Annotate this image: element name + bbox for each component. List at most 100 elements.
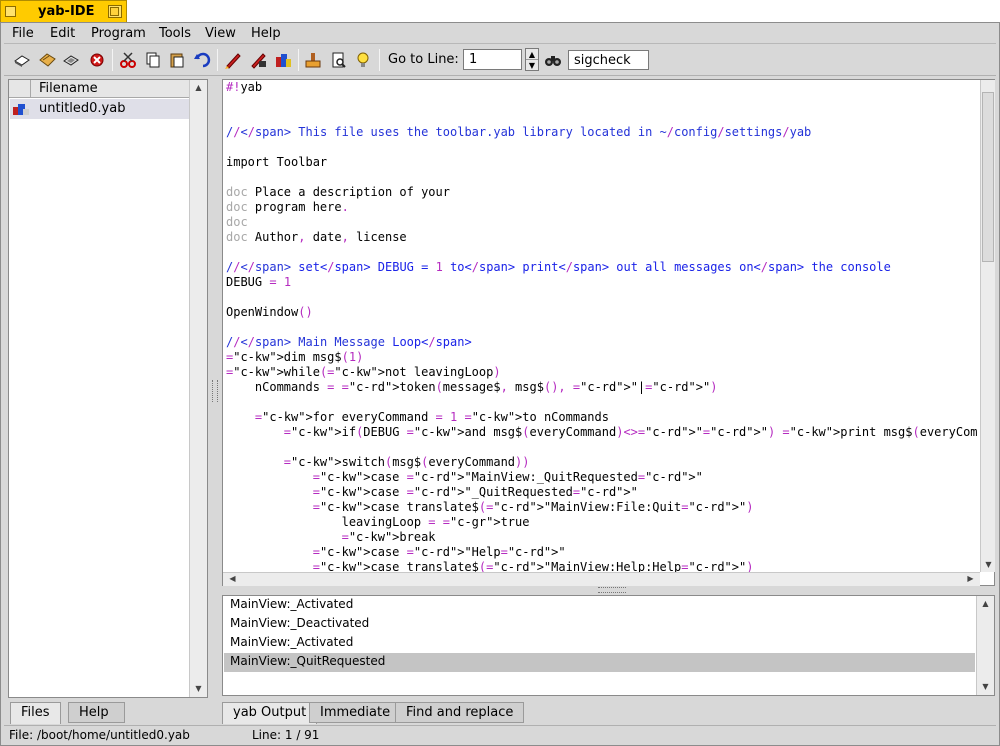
code-line[interactable]: ="c-kw">while(="c-kw">not leavingLoop) — [226, 365, 978, 380]
code-editor[interactable]: #!yab //</span> This file uses the toolb… — [222, 79, 995, 586]
menu-help[interactable]: Help — [251, 26, 281, 41]
output-scrollbar[interactable]: ▲ ▼ — [976, 596, 994, 695]
file-list-panel: Filename untitled0.yab ▲ ▼ — [8, 79, 208, 698]
code-line[interactable]: ="c-kw">case translate$(="c-rd">"MainVie… — [226, 500, 978, 515]
toolbar-separator — [298, 49, 299, 71]
status-bar: File: /boot/home/untitled0.yab Line: 1 /… — [4, 725, 996, 744]
tab-find-replace[interactable]: Find and replace — [395, 702, 525, 723]
code-line[interactable]: ="c-kw">case ="c-rd">"Help="c-rd">" — [226, 545, 978, 560]
code-line[interactable]: DEBUG = 1 — [226, 275, 978, 290]
output-line[interactable]: MainView:_Activated — [224, 634, 975, 653]
code-line[interactable]: doc — [226, 215, 978, 230]
run-icon[interactable] — [224, 51, 242, 69]
code-line[interactable]: nCommands = ="c-rd">token(message$, msg$… — [226, 380, 978, 395]
spinner-down-icon[interactable]: ▼ — [526, 60, 538, 71]
goto-line-input[interactable]: 1 — [463, 49, 522, 70]
file-list-icon-column[interactable] — [9, 80, 31, 97]
output-line-selected[interactable]: MainView:_QuitRequested — [224, 653, 975, 672]
code-line[interactable] — [226, 140, 978, 155]
tab-help[interactable]: Help — [68, 702, 125, 723]
menu-view[interactable]: View — [205, 26, 236, 41]
code-line[interactable]: OpenWindow() — [226, 305, 978, 320]
code-line[interactable]: ="c-kw">dim msg$(1) — [226, 350, 978, 365]
scroll-right-icon[interactable]: ▶ — [964, 573, 977, 585]
code-text[interactable]: #!yab //</span> This file uses the toolb… — [226, 80, 978, 572]
tab-files[interactable]: Files — [10, 702, 61, 724]
code-line[interactable] — [226, 395, 978, 410]
output-line[interactable]: MainView:_Deactivated — [224, 615, 975, 634]
scroll-left-icon[interactable]: ◀ — [226, 573, 239, 585]
menu-edit[interactable]: Edit — [50, 26, 75, 41]
code-line[interactable]: leavingLoop = ="c-gr">true — [226, 515, 978, 530]
status-file-path: File: /boot/home/untitled0.yab — [9, 728, 190, 742]
menu-file[interactable]: File — [12, 26, 34, 41]
file-list-item[interactable]: untitled0.yab — [10, 99, 189, 119]
window-title: yab-IDE — [38, 4, 95, 19]
code-line[interactable]: ="c-kw">switch(msg$(everyCommand)) — [226, 455, 978, 470]
scroll-down-icon[interactable]: ▼ — [979, 681, 992, 693]
editor-vertical-scrollbar[interactable]: ▼ — [980, 80, 995, 572]
code-line[interactable]: //</span> set</span> DEBUG = 1 to</span>… — [226, 260, 978, 275]
tab-yab-output[interactable]: yab Output — [222, 702, 318, 724]
code-line[interactable] — [226, 440, 978, 455]
pattern-editor-icon[interactable] — [304, 51, 322, 69]
toolbar-separator — [112, 49, 113, 71]
vertical-splitter[interactable] — [210, 80, 220, 700]
code-line[interactable]: doc Author, date, license — [226, 230, 978, 245]
toolbar-separator — [217, 49, 218, 71]
scroll-up-icon[interactable]: ▲ — [979, 598, 992, 610]
code-line[interactable]: ="c-kw">case translate$(="c-rd">"MainVie… — [226, 560, 978, 572]
code-line[interactable]: doc program here. — [226, 200, 978, 215]
output-panel: MainView:_Activated MainView:_Deactivate… — [222, 595, 995, 696]
goto-line-spinner[interactable]: ▲ ▼ — [525, 48, 539, 71]
code-line[interactable]: ="c-kw">case ="c-rd">"_QuitRequested="c-… — [226, 485, 978, 500]
window-title-tab[interactable]: yab-IDE — [0, 0, 127, 22]
code-line[interactable]: ="c-kw">break — [226, 530, 978, 545]
code-line[interactable] — [226, 95, 978, 110]
editor-horizontal-scrollbar[interactable]: ◀ ▶ — [223, 572, 980, 586]
horizontal-splitter[interactable] — [598, 587, 626, 593]
code-line[interactable]: ="c-kw">for everyCommand = 1 ="c-kw">to … — [226, 410, 978, 425]
menu-tools[interactable]: Tools — [159, 26, 191, 41]
code-line[interactable] — [226, 320, 978, 335]
scroll-down-icon[interactable]: ▼ — [982, 559, 995, 571]
code-line[interactable]: #!yab — [226, 80, 978, 95]
code-line[interactable] — [226, 170, 978, 185]
run-terminal-icon[interactable] — [249, 51, 267, 69]
code-line[interactable] — [226, 110, 978, 125]
help-icon[interactable] — [329, 51, 347, 69]
undo-icon[interactable] — [193, 51, 211, 69]
splitter-grip-icon — [212, 380, 218, 402]
paste-icon[interactable] — [168, 51, 186, 69]
code-line[interactable]: //</span> Main Message Loop</span> — [226, 335, 978, 350]
copy-icon[interactable] — [144, 51, 162, 69]
scroll-down-icon[interactable]: ▼ — [192, 683, 205, 695]
code-line[interactable]: //</span> This file uses the toolbar.yab… — [226, 125, 978, 140]
output-line[interactable]: MainView:_Activated — [224, 596, 975, 615]
new-icon[interactable] — [13, 51, 31, 69]
editor-scroll-thumb[interactable] — [982, 92, 994, 262]
code-line[interactable]: ="c-kw">if(DEBUG ="c-kw">and msg$(everyC… — [226, 425, 978, 440]
window-zoom-icon[interactable] — [108, 5, 122, 18]
code-line[interactable] — [226, 245, 978, 260]
code-line[interactable] — [226, 290, 978, 305]
cut-icon[interactable] — [119, 51, 137, 69]
code-line[interactable]: import Toolbar — [226, 155, 978, 170]
tips-icon[interactable] — [354, 51, 372, 69]
save-icon[interactable] — [62, 51, 80, 69]
close-icon[interactable] — [88, 51, 106, 69]
tab-immediate[interactable]: Immediate — [309, 702, 402, 723]
filename-column-header[interactable]: Filename — [39, 81, 98, 96]
file-list-scrollbar[interactable]: ▲ ▼ — [189, 80, 207, 697]
code-line[interactable]: doc Place a description of your — [226, 185, 978, 200]
find-input[interactable]: sigcheck — [568, 50, 649, 70]
file-list-header: Filename — [9, 80, 189, 98]
code-line[interactable]: ="c-kw">case ="c-rd">"MainView:_QuitRequ… — [226, 470, 978, 485]
build-icon[interactable] — [274, 51, 292, 69]
open-icon[interactable] — [38, 51, 56, 69]
window-close-icon[interactable] — [5, 6, 16, 17]
binoculars-icon[interactable] — [544, 51, 562, 69]
scroll-up-icon[interactable]: ▲ — [192, 82, 205, 94]
menu-program[interactable]: Program — [91, 26, 146, 41]
spinner-up-icon[interactable]: ▲ — [526, 49, 538, 60]
